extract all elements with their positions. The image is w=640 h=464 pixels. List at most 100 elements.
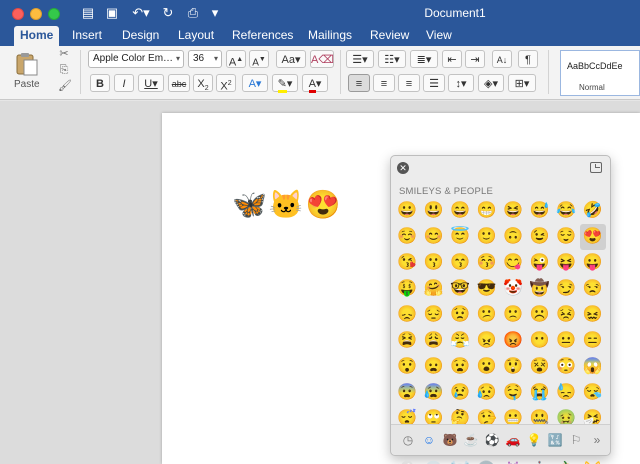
bold-button[interactable]: B — [90, 74, 110, 92]
emoji-cell[interactable]: 😰 — [421, 380, 448, 406]
emoji-cell[interactable]: 🤗 — [421, 276, 448, 302]
emoji-cell[interactable]: 🤑 — [394, 276, 421, 302]
emoji-cell[interactable]: 😇 — [447, 224, 474, 250]
emoji-cell[interactable]: 😅 — [527, 198, 554, 224]
emoji-cell[interactable]: 🙁 — [500, 302, 527, 328]
highlight-color-button[interactable]: ✎▾ — [272, 74, 298, 93]
emoji-cell[interactable]: 😶 — [527, 328, 554, 354]
emoji-cell[interactable]: 😋 — [500, 250, 527, 276]
tab-layout[interactable]: Layout — [172, 26, 220, 46]
emoji-cell[interactable]: 😨 — [394, 380, 421, 406]
emoji-cell[interactable]: 🤓 — [447, 276, 474, 302]
superscript-button[interactable]: X2 — [216, 74, 236, 93]
emoji-cell[interactable]: 😎 — [474, 276, 501, 302]
emoji-cell[interactable]: 👽 — [474, 458, 501, 464]
emoji-cell[interactable]: 😉 — [527, 224, 554, 250]
save-icon[interactable]: ▣ — [104, 5, 120, 21]
smiley-icon[interactable]: ☺ — [420, 431, 438, 449]
emoji-cell[interactable]: ☺️ — [394, 224, 421, 250]
paste-icon[interactable] — [14, 52, 40, 76]
food-icon[interactable]: ☕ — [462, 431, 480, 449]
emoji-cell[interactable]: 😙 — [447, 250, 474, 276]
car-icon[interactable]: 🚗 — [504, 431, 522, 449]
shading-button[interactable]: ◈▾ — [478, 74, 504, 92]
emoji-cell[interactable]: 😞 — [394, 302, 421, 328]
emoji-cell[interactable]: 😀 — [394, 198, 421, 224]
close-icon[interactable]: ✕ — [397, 162, 409, 174]
flag-icon[interactable]: ⚐ — [567, 431, 585, 449]
minimize-window-button[interactable] — [30, 8, 42, 20]
tab-home[interactable]: Home — [14, 26, 60, 46]
copy-icon[interactable]: ⎘ — [58, 64, 70, 76]
emoji-cell[interactable]: 👻 — [394, 458, 421, 464]
emoji-cell[interactable]: 🤠 — [527, 276, 554, 302]
tab-mailings[interactable]: Mailings — [302, 26, 358, 46]
emoji-cell[interactable]: 😓 — [553, 380, 580, 406]
emoji-cell[interactable]: 😪 — [580, 380, 607, 406]
emoji-cell[interactable]: 😘 — [394, 250, 421, 276]
emoji-cell[interactable]: 😣 — [553, 302, 580, 328]
clock-icon[interactable]: ◷ — [399, 431, 417, 449]
emoji-cell[interactable]: 😗 — [421, 250, 448, 276]
emoji-cell[interactable]: 😟 — [447, 302, 474, 328]
emoji-cell[interactable]: 😧 — [447, 354, 474, 380]
emoji-cell[interactable]: 😤 — [447, 328, 474, 354]
grow-font-button[interactable]: A▲ — [226, 50, 246, 69]
increase-indent-button[interactable]: ⇥ — [465, 50, 485, 68]
change-case-button[interactable]: Aa▾ — [276, 50, 306, 68]
emoji-cell[interactable]: ☹️ — [527, 302, 554, 328]
format-painter-icon[interactable]: 🖌 — [58, 80, 72, 92]
numbering-button[interactable]: ☷▾ — [378, 50, 406, 68]
soccer-icon[interactable]: ⚽ — [483, 431, 501, 449]
sidebar-toggle-icon[interactable]: ▤ — [80, 5, 96, 21]
decrease-indent-button[interactable]: ⇤ — [442, 50, 462, 68]
emoji-cell[interactable]: 😡 — [500, 328, 527, 354]
tab-view[interactable]: View — [420, 26, 458, 46]
line-spacing-button[interactable]: ↕▾ — [448, 74, 474, 92]
undo-icon[interactable]: ↶▾ — [128, 5, 154, 21]
emoji-cell[interactable]: 😊 — [421, 224, 448, 250]
emoji-cell[interactable]: 🤤 — [500, 380, 527, 406]
emoji-cell[interactable]: 😌 — [553, 224, 580, 250]
multilevel-list-button[interactable]: ≣▾ — [410, 50, 438, 68]
emoji-cell[interactable]: 🙃 — [500, 224, 527, 250]
sort-button[interactable]: A↓ — [492, 50, 512, 68]
emoji-cell[interactable]: 😢 — [447, 380, 474, 406]
emoji-cell[interactable]: 😵 — [527, 354, 554, 380]
emoji-cell[interactable]: 😫 — [394, 328, 421, 354]
emoji-cell[interactable]: 😖 — [580, 302, 607, 328]
strikethrough-button[interactable]: abc — [168, 74, 190, 92]
emoji-cell[interactable]: 😔 — [421, 302, 448, 328]
emoji-cell[interactable]: 😏 — [553, 276, 580, 302]
emoji-cell[interactable]: 😱 — [580, 354, 607, 380]
zoom-window-button[interactable] — [48, 8, 60, 20]
emoji-cell[interactable]: 😲 — [500, 354, 527, 380]
underline-button[interactable]: U▾ — [138, 74, 164, 92]
tab-insert[interactable]: Insert — [66, 26, 108, 46]
borders-button[interactable]: ⊞▾ — [508, 74, 536, 92]
subscript-button[interactable]: X2 — [193, 74, 213, 92]
expand-viewer-icon[interactable] — [590, 162, 602, 173]
emoji-cell[interactable]: 😂 — [553, 198, 580, 224]
bullets-button[interactable]: ☰▾ — [346, 50, 374, 68]
emoji-cell[interactable]: 😮 — [474, 354, 501, 380]
emoji-cell[interactable]: 😑 — [580, 328, 607, 354]
emoji-cell[interactable]: 🤖 — [527, 458, 554, 464]
redo-icon[interactable]: ↻ — [160, 5, 176, 21]
cut-icon[interactable]: ✂ — [58, 48, 70, 60]
emoji-cell[interactable]: 😭 — [527, 380, 554, 406]
align-right-button[interactable]: ≡ — [398, 74, 420, 92]
emoji-cell[interactable]: 😐 — [553, 328, 580, 354]
tab-design[interactable]: Design — [116, 26, 165, 46]
bulb-icon[interactable]: 💡 — [525, 431, 543, 449]
style-normal[interactable]: AaBbCcDdEe Normal — [560, 50, 640, 96]
emoji-cell[interactable]: 👾 — [500, 458, 527, 464]
tab-review[interactable]: Review — [364, 26, 415, 46]
align-left-button[interactable]: ≡ — [348, 74, 370, 92]
emoji-cell[interactable]: 🤡 — [500, 276, 527, 302]
emoji-cell[interactable]: 🤣 — [580, 198, 607, 224]
emoji-cell[interactable]: 😯 — [394, 354, 421, 380]
align-center-button[interactable]: ≡ — [373, 74, 395, 92]
emoji-cell[interactable]: 😩 — [421, 328, 448, 354]
emoji-cell[interactable]: ☠️ — [447, 458, 474, 464]
